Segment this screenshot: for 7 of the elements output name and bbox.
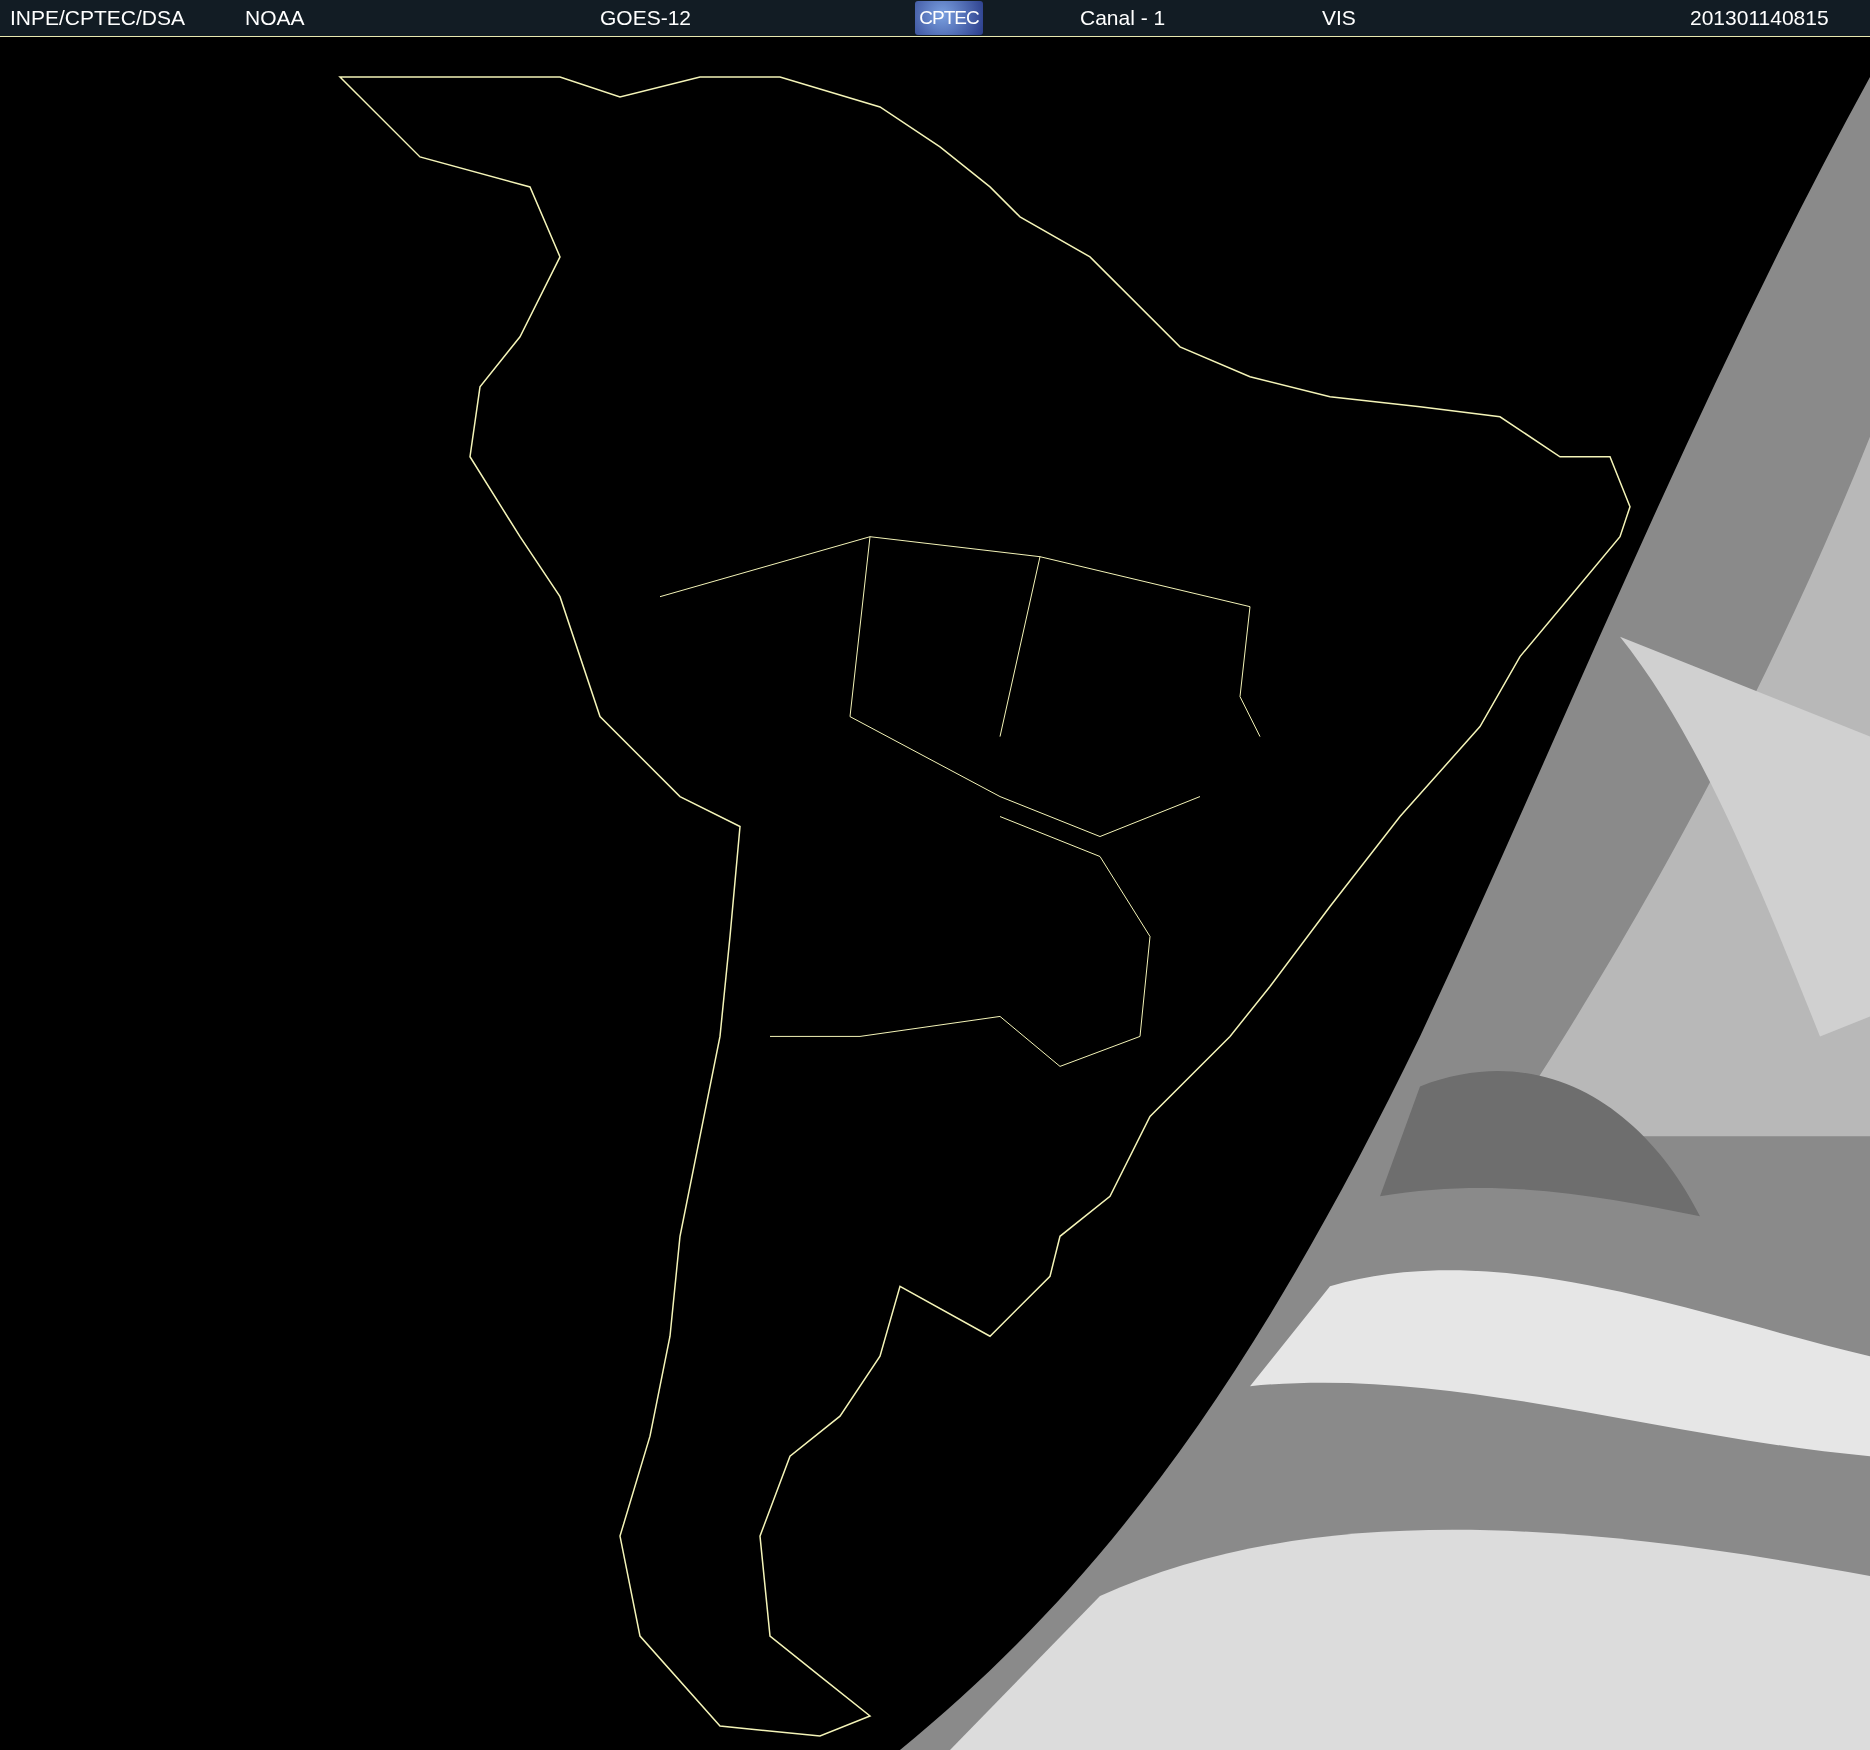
logo: CPTEC <box>915 1 983 35</box>
agency-label: NOAA <box>245 6 305 29</box>
source-label: INPE/CPTEC/DSA <box>10 6 186 29</box>
satellite-label: GOES-12 <box>600 6 692 29</box>
band-label: VIS <box>1322 6 1356 29</box>
timestamp-label: 201301140815 <box>1690 6 1829 29</box>
channel-label: Canal - 1 <box>1080 6 1166 29</box>
